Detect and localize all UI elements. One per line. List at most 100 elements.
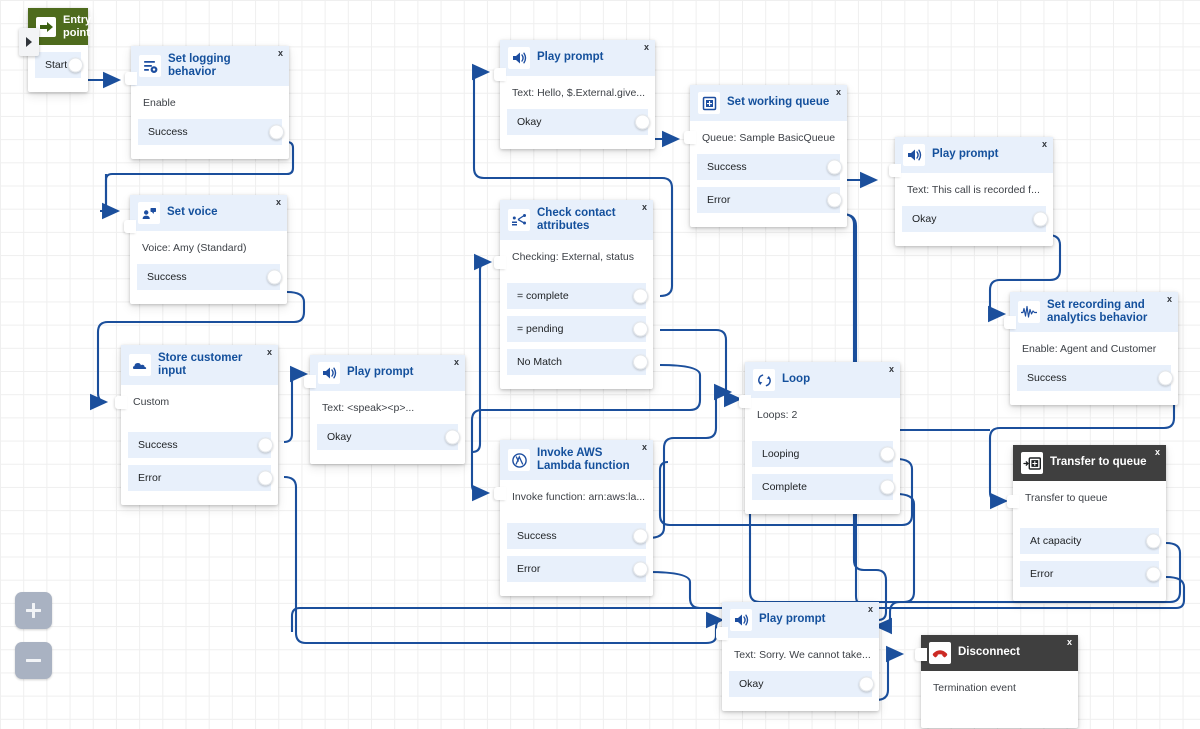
input-plug[interactable] xyxy=(684,131,696,144)
close-icon[interactable]: x xyxy=(454,358,459,367)
node-title: Set logging behavior xyxy=(168,53,231,79)
port-connector-dot[interactable] xyxy=(68,57,83,73)
close-icon[interactable]: x xyxy=(278,49,283,58)
input-plug[interactable] xyxy=(124,220,136,233)
port-connector-dot[interactable] xyxy=(633,354,648,370)
zoom-controls[interactable] xyxy=(15,592,52,679)
port-connector-dot[interactable] xyxy=(267,269,282,285)
port-looping[interactable]: Looping xyxy=(752,441,895,467)
node-description: Text: This call is recorded f... xyxy=(907,184,1040,196)
port-connector-dot[interactable] xyxy=(1033,211,1048,227)
port-success[interactable]: Success xyxy=(128,432,273,459)
node-invoke-aws-lambda-function[interactable]: Invoke AWS Lambda function x Invoke func… xyxy=(494,440,653,597)
flow-canvas[interactable]: Entry point Start Set logging behavior x… xyxy=(0,0,1200,729)
input-plug[interactable] xyxy=(304,375,316,388)
port-connector-dot[interactable] xyxy=(633,321,648,337)
port-connector-dot[interactable] xyxy=(445,429,460,445)
node-play-prompt-1[interactable]: Play prompt x Text: Hello, $.External.gi… xyxy=(494,40,655,149)
node-loop[interactable]: Loop x Loops: 2 Looping Complete xyxy=(739,362,900,514)
port-label: No Match xyxy=(517,356,562,369)
close-icon[interactable]: x xyxy=(644,43,649,52)
node-play-prompt-3[interactable]: Play prompt x Text: <speak><p>... Okay xyxy=(304,355,465,464)
port-connector-dot[interactable] xyxy=(633,528,648,544)
port-error[interactable]: Error xyxy=(697,187,842,213)
port-success[interactable]: Success xyxy=(138,119,284,146)
port-error[interactable]: Error xyxy=(128,465,273,492)
port-error[interactable]: Error xyxy=(1020,561,1161,587)
port-okay[interactable]: Okay xyxy=(507,109,650,135)
node-set-voice[interactable]: Set voice x Voice: Amy (Standard) Succes… xyxy=(124,195,287,304)
node-set-logging-behavior[interactable]: Set logging behavior x Enable Success xyxy=(125,46,289,160)
node-play-prompt-2[interactable]: Play prompt x Text: This call is recorde… xyxy=(889,137,1053,246)
port-success[interactable]: Success xyxy=(697,154,842,180)
close-icon[interactable]: x xyxy=(276,198,281,207)
input-plug[interactable] xyxy=(1007,495,1019,508)
zoom-out-button[interactable] xyxy=(15,642,52,679)
node-entry-point[interactable]: Entry point Start xyxy=(19,8,91,93)
entry-point-collapse-tab[interactable] xyxy=(19,28,39,56)
node-description: Loops: 2 xyxy=(757,409,798,421)
close-icon[interactable]: x xyxy=(642,203,647,212)
port-success[interactable]: Success xyxy=(1017,365,1173,392)
close-icon[interactable]: x xyxy=(642,443,647,452)
node-play-prompt-4[interactable]: Play prompt x Text: Sorry. We cannot tak… xyxy=(716,602,879,711)
port-connector-dot[interactable] xyxy=(258,470,273,486)
input-plug[interactable] xyxy=(494,68,506,81)
port-entry-start[interactable]: Start xyxy=(35,52,83,79)
node-header: Invoke AWS Lambda function x xyxy=(500,440,653,481)
port-okay[interactable]: Okay xyxy=(902,206,1048,232)
input-plug[interactable] xyxy=(915,648,927,661)
port-okay[interactable]: Okay xyxy=(317,424,460,450)
port-connector-dot[interactable] xyxy=(633,561,648,577)
port-error[interactable]: Error xyxy=(507,556,648,583)
input-plug[interactable] xyxy=(494,487,506,500)
node-set-recording-and-analytics[interactable]: Set recording and analytics behavior x E… xyxy=(1004,292,1178,406)
input-plug[interactable] xyxy=(739,395,751,408)
input-plug[interactable] xyxy=(716,627,728,640)
port-connector-dot[interactable] xyxy=(1146,566,1161,582)
close-icon[interactable]: x xyxy=(1155,448,1160,457)
port-connector-dot[interactable] xyxy=(827,192,842,208)
close-icon[interactable]: x xyxy=(836,88,841,97)
node-header: Set logging behavior x xyxy=(131,46,289,87)
port-label: Success xyxy=(1027,372,1067,385)
input-plug[interactable] xyxy=(115,396,127,409)
close-icon[interactable]: x xyxy=(1067,638,1072,647)
port-connector-dot[interactable] xyxy=(827,159,842,175)
port-complete[interactable]: = complete xyxy=(507,283,648,310)
port-connector-dot[interactable] xyxy=(258,437,273,453)
port-connector-dot[interactable] xyxy=(880,479,895,495)
port-connector-dot[interactable] xyxy=(880,446,895,462)
node-transfer-to-queue[interactable]: Transfer to queue x Transfer to queue At… xyxy=(1007,445,1166,601)
port-okay[interactable]: Okay xyxy=(729,671,874,697)
port-at-capacity[interactable]: At capacity xyxy=(1020,528,1161,554)
port-connector-dot[interactable] xyxy=(633,288,648,304)
port-connector-dot[interactable] xyxy=(859,676,874,692)
node-check-contact-attributes[interactable]: Check contact attributes x Checking: Ext… xyxy=(494,200,653,390)
port-no-match[interactable]: No Match xyxy=(507,349,648,376)
port-label: Error xyxy=(707,194,731,206)
port-success[interactable]: Success xyxy=(507,523,648,550)
input-plug[interactable] xyxy=(494,256,506,269)
port-connector-dot[interactable] xyxy=(269,124,284,140)
close-icon[interactable]: x xyxy=(868,605,873,614)
close-icon[interactable]: x xyxy=(889,365,894,374)
close-icon[interactable]: x xyxy=(1042,140,1047,149)
port-connector-dot[interactable] xyxy=(635,114,650,130)
input-plug[interactable] xyxy=(1004,316,1016,329)
input-plug[interactable] xyxy=(889,164,901,177)
zoom-in-button[interactable] xyxy=(15,592,52,629)
port-success[interactable]: Success xyxy=(137,264,282,290)
node-disconnect[interactable]: Disconnect x Termination event xyxy=(915,635,1078,728)
node-header: Play prompt x xyxy=(310,355,465,391)
input-plug[interactable] xyxy=(125,72,137,85)
node-store-customer-input[interactable]: Store customer input x Custom Success Er… xyxy=(115,345,278,506)
port-pending[interactable]: = pending xyxy=(507,316,648,343)
node-set-working-queue[interactable]: Set working queue x Queue: Sample BasicQ… xyxy=(684,85,847,227)
port-connector-dot[interactable] xyxy=(1146,533,1161,549)
node-description: Custom xyxy=(133,396,170,409)
close-icon[interactable]: x xyxy=(267,348,272,357)
port-complete[interactable]: Complete xyxy=(752,474,895,500)
port-connector-dot[interactable] xyxy=(1158,370,1173,386)
close-icon[interactable]: x xyxy=(1167,295,1172,304)
